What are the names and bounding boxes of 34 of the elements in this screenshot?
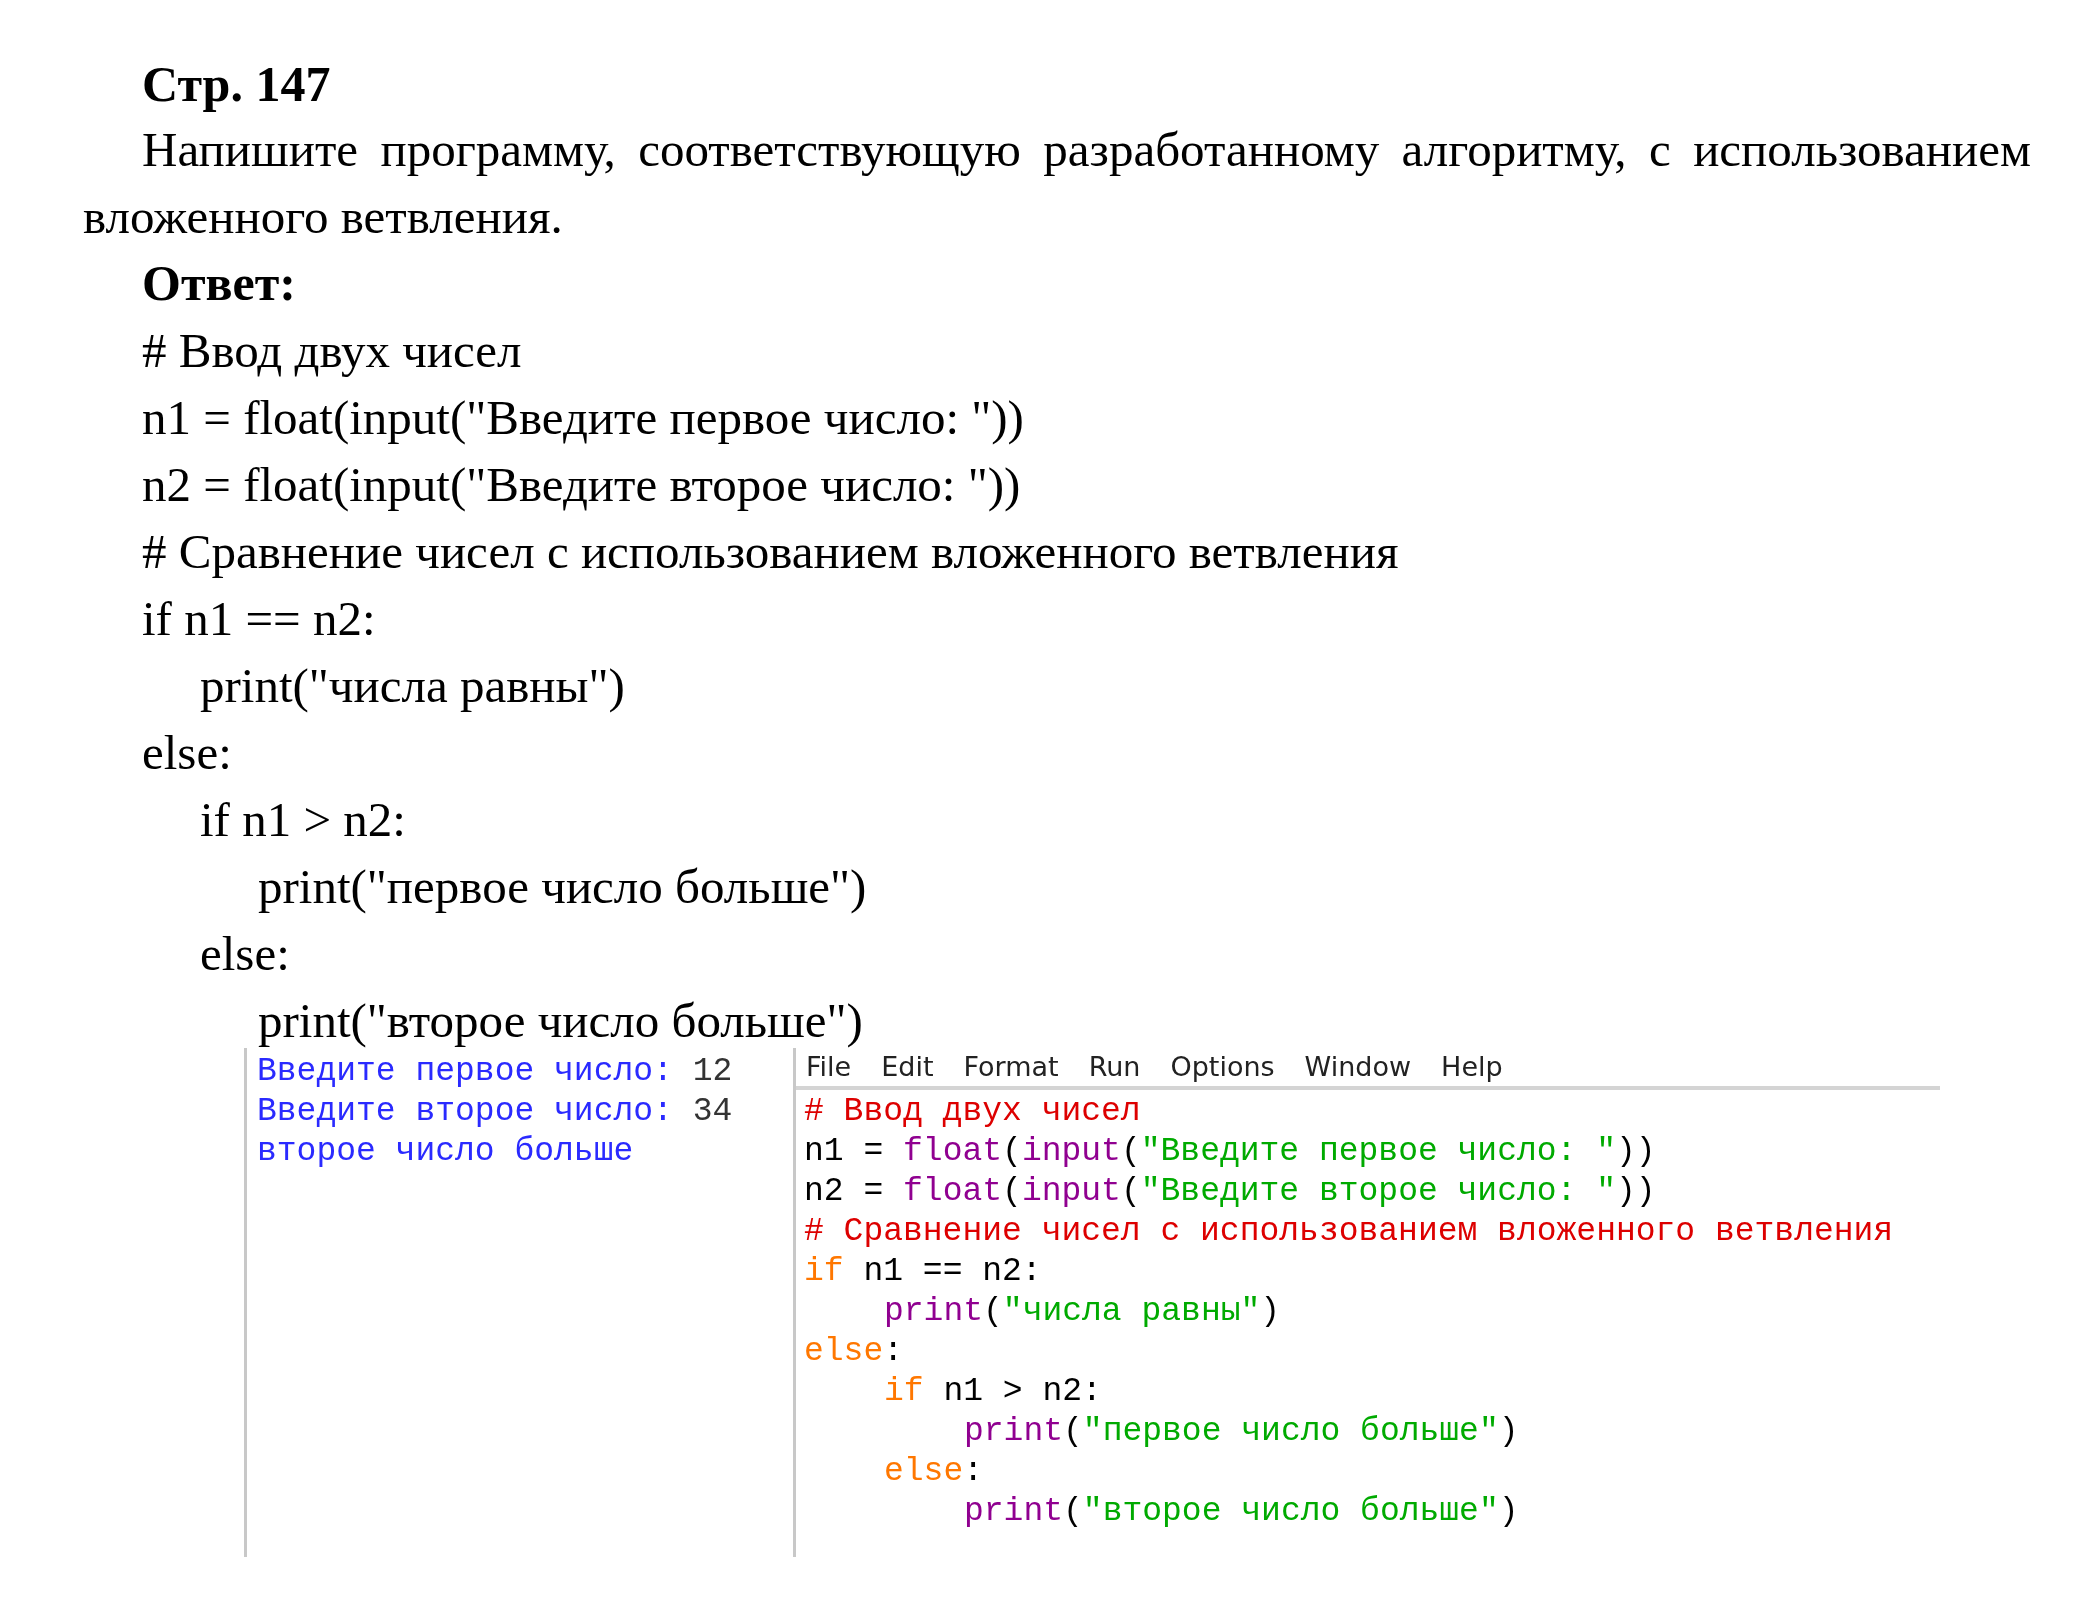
menu-item[interactable]: Run <box>1088 1046 1141 1088</box>
menu-item[interactable]: Edit <box>881 1046 934 1088</box>
code-line: n2 = float(input("Введите второе число: ")) <box>142 457 1021 512</box>
shell-line: второе число больше <box>257 1133 634 1170</box>
code-line: else: <box>142 725 232 780</box>
code-line: print("второе число больше") <box>964 1493 1519 1530</box>
page-heading: Стр. 147 <box>141 55 332 114</box>
code-line: print("числа равны") <box>884 1293 1281 1330</box>
task-text: Напишите программу, соответствующую разработанному алгоритму, с использованием вложенного ветвления. <box>83 121 2031 246</box>
code-line: else: <box>200 926 290 981</box>
shell-line: Введите второе число: 34 <box>257 1093 733 1130</box>
code-line: n2 = float(input("Введите второе число: ")) <box>804 1173 1656 1210</box>
menu-item[interactable]: Format <box>963 1046 1059 1088</box>
code-line: # Сравнение чисел с использованием вложенного ветвления <box>142 524 1399 579</box>
code-line: print("первое число больше") <box>964 1413 1519 1450</box>
code-line: # Сравнение чисел с использованием вложенного ветвления <box>804 1213 1894 1250</box>
code-line: print("числа равны") <box>200 658 625 713</box>
menu-item[interactable]: Window <box>1304 1046 1412 1088</box>
code-line: # Ввод двух чисел <box>142 323 522 378</box>
menu-item[interactable]: Options <box>1170 1046 1275 1088</box>
code-line: if n1 == n2: <box>142 591 376 646</box>
code-line: if n1 == n2: <box>804 1253 1042 1290</box>
code-line: if n1 > n2: <box>200 792 406 847</box>
code-line: n1 = float(input("Введите первое число: ")) <box>804 1133 1656 1170</box>
code-line: if n1 > n2: <box>884 1373 1102 1410</box>
code-line: print("второе число больше") <box>258 993 863 1048</box>
menu-item[interactable]: Help <box>1441 1046 1503 1088</box>
code-line: else: <box>884 1453 984 1490</box>
answer-label: Ответ: <box>141 254 297 313</box>
code-line: # Ввод двух чисел <box>804 1093 1141 1130</box>
code-line: print("первое число больше") <box>258 859 867 914</box>
shell-line: Введите первое число: 12 <box>257 1053 733 1090</box>
code-line: else: <box>804 1333 904 1370</box>
code-line: n1 = float(input("Введите первое число: ")) <box>142 390 1024 445</box>
